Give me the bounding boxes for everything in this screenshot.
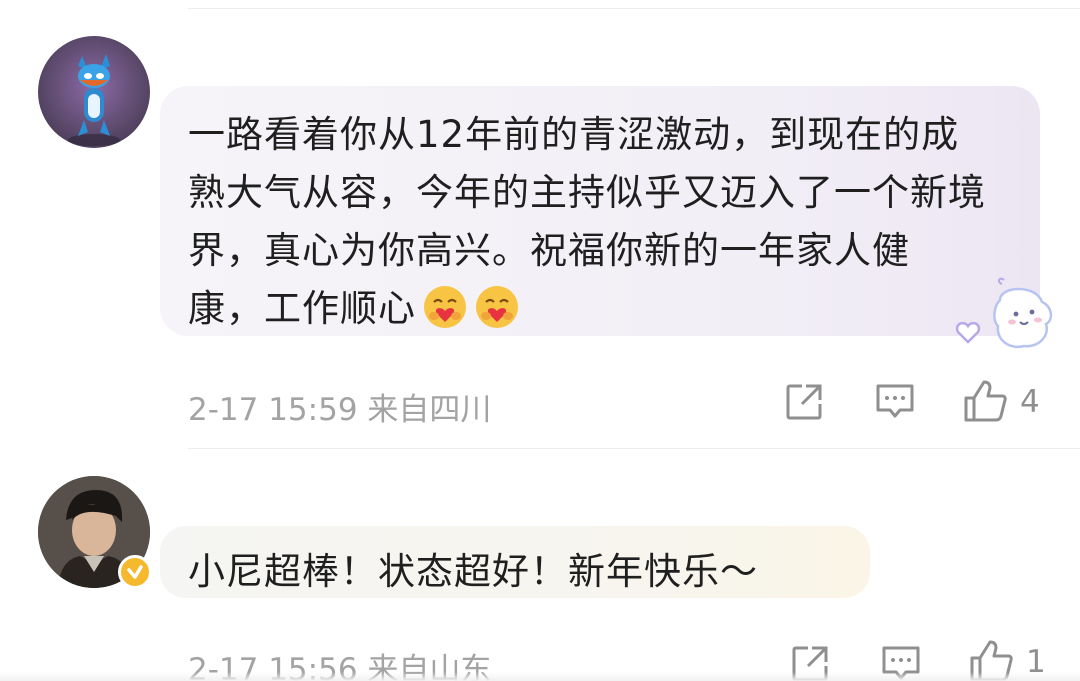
divider (188, 8, 1080, 9)
verified-badge (118, 555, 152, 589)
comment-text-line: 熟大气从容，今年的主持似乎又迈入了一个新境 (188, 171, 986, 214)
comment-timestamp: 2-17 15:59 来自四川 (188, 392, 492, 428)
comment-text-line: 康，工作顺心 (188, 287, 416, 330)
heart-hug-emoji (476, 285, 518, 328)
bottom-edge (0, 672, 1080, 681)
comment-list: 一路看着你从12年前的青涩激动，到现在的成 熟大气从容，今年的主持似乎又迈入了一… (0, 0, 1080, 681)
ghost-sticker (955, 277, 1053, 349)
cartoon-creature-avatar (68, 54, 120, 146)
comment-text-line: 界，真心为你高兴。祝福你新的一年家人健 (188, 229, 910, 272)
share-icon[interactable] (784, 382, 824, 422)
heart-hug-emoji (424, 285, 466, 328)
like-icon[interactable] (962, 378, 1008, 424)
comment-text-line: 一路看着你从12年前的青涩激动，到现在的成 (188, 113, 960, 156)
checkmark-icon (127, 565, 143, 579)
like-count: 4 (1020, 384, 1040, 420)
comment-text: 小尼超棒！状态超好！新年快乐～ (188, 550, 758, 593)
avatar[interactable] (38, 36, 150, 148)
comment-text-last-line: 康，工作顺心 (188, 278, 520, 334)
comment-icon[interactable] (874, 382, 916, 422)
divider (188, 448, 1080, 449)
